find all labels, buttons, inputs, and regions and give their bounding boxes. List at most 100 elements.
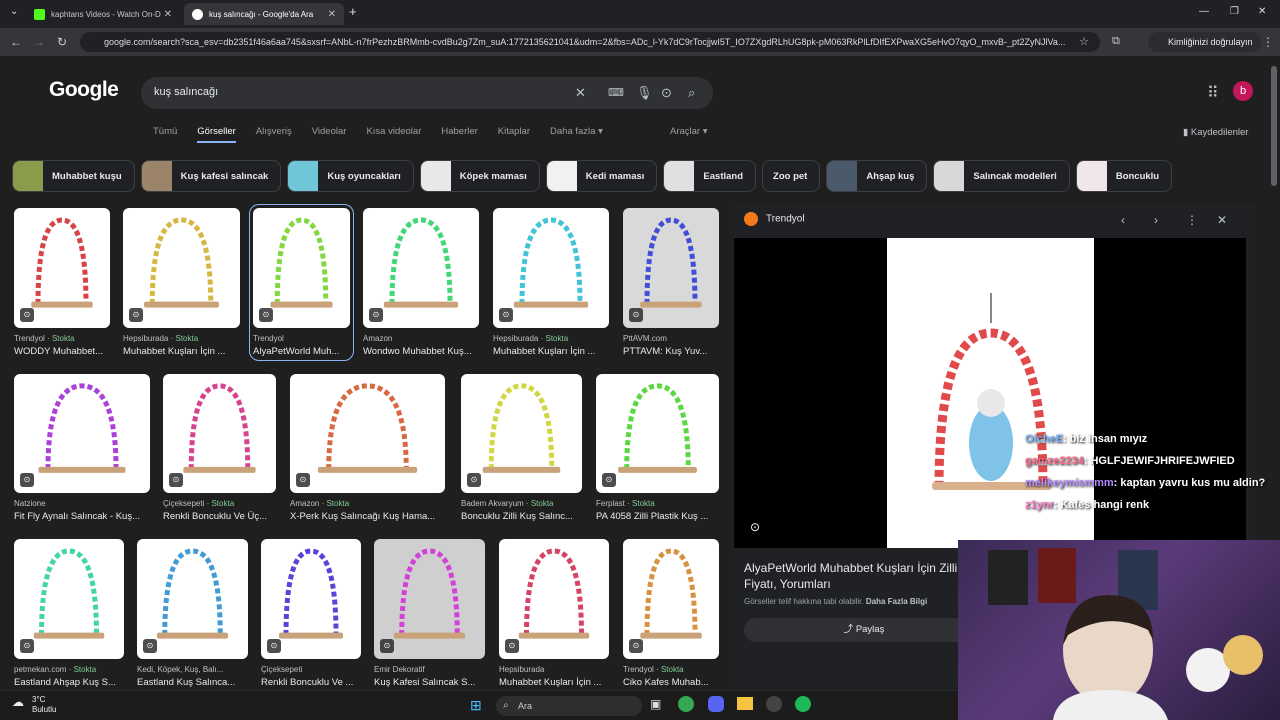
search-input[interactable]: kuş salıncağı: [154, 86, 218, 98]
image-result[interactable]: ⊙ Hepsiburada · Stokta Muhabbet Kuşları İç…: [123, 208, 240, 357]
lens-icon[interactable]: ⊙: [629, 308, 643, 322]
share-button[interactable]: ⤴ Paylaş: [744, 618, 984, 642]
result-title[interactable]: Boncuklu Zilli Kuş Salınc...: [461, 511, 582, 522]
result-title[interactable]: Renkli Boncuklu Ve Üç...: [163, 511, 276, 522]
filter-videos[interactable]: Videolar: [312, 126, 347, 143]
result-thumbnail[interactable]: ⊙: [374, 539, 485, 659]
image-result[interactable]: ⊙ Emir Dekoratif Kuş Kafesi Salıncak S...: [374, 539, 485, 688]
lens-icon[interactable]: ⊙: [380, 639, 394, 653]
related-chip[interactable]: Zoo pet: [762, 160, 821, 192]
panel-source[interactable]: Trendyol: [744, 212, 805, 226]
result-title[interactable]: Wondwo Muhabbet Kuş...: [363, 346, 479, 357]
lens-icon[interactable]: ⊙: [143, 639, 157, 653]
image-result[interactable]: ⊙ Ferplast · Stokta PA 4058 Zilli Plastik …: [596, 374, 719, 522]
result-title[interactable]: PA 4058 Zilli Plastik Kuş ...: [596, 511, 719, 522]
lens-icon[interactable]: ⊙: [602, 473, 616, 487]
close-tab-icon[interactable]: ✕: [328, 9, 336, 20]
tab-list-icon[interactable]: ⌄: [10, 6, 18, 17]
lens-icon[interactable]: ⊙: [169, 473, 183, 487]
learn-more-link[interactable]: Daha Fazla Bilgi: [866, 597, 927, 606]
result-thumbnail[interactable]: ⊙: [137, 539, 248, 659]
related-chip[interactable]: Kuş kafesi salıncak: [140, 160, 282, 192]
result-thumbnail[interactable]: ⊙: [14, 208, 110, 328]
spotify-taskbar-icon[interactable]: [795, 696, 811, 712]
back-icon[interactable]: ←: [10, 35, 22, 49]
related-chip[interactable]: Boncuklu: [1075, 160, 1173, 192]
image-result[interactable]: ⊙ Çiçeksepeti Renkli Boncuklu Ve ...: [261, 539, 361, 688]
result-title[interactable]: Fit Fly Aynalı Salıncak - Kuş...: [14, 511, 150, 522]
result-title[interactable]: Eastland Ahşap Kuş S...: [14, 677, 124, 688]
lens-icon[interactable]: ⊙: [629, 639, 643, 653]
result-title[interactable]: Muhabbet Kuşları İçin ...: [493, 346, 609, 357]
result-title[interactable]: AlyaPetWorld Muh...: [253, 346, 350, 357]
result-thumbnail[interactable]: ⊙: [493, 208, 609, 328]
tools-button[interactable]: Araçlar ▾: [670, 126, 708, 137]
chrome-taskbar-icon[interactable]: [678, 696, 694, 712]
browser-menu-icon[interactable]: ⋮: [1262, 35, 1274, 49]
result-title[interactable]: WODDY Muhabbet...: [14, 346, 110, 357]
lens-icon[interactable]: ⊙: [20, 308, 34, 322]
new-tab-icon[interactable]: +: [349, 4, 357, 19]
weather-widget[interactable]: ☁ 3°C Bulutlu: [12, 695, 56, 715]
close-tab-icon[interactable]: ✕: [164, 9, 172, 20]
tab-google[interactable]: kuş salıncağı - Google'da Ara ✕: [184, 3, 344, 25]
result-thumbnail[interactable]: ⊙: [290, 374, 445, 493]
obs-taskbar-icon[interactable]: [766, 696, 782, 712]
taskbar-search[interactable]: ⌕ Ara: [496, 696, 642, 716]
related-chip[interactable]: Ahşap kuş: [826, 160, 928, 192]
result-title[interactable]: Eastland Kuş Salınca...: [137, 677, 248, 688]
result-thumbnail[interactable]: ⊙: [363, 208, 479, 328]
google-apps-icon[interactable]: ⠿: [1207, 83, 1219, 103]
url-field[interactable]: google.com/search?sca_esv=db2351f46a6aa7…: [80, 32, 1100, 52]
forward-icon[interactable]: →: [33, 35, 45, 49]
keyboard-icon[interactable]: ⌨: [608, 86, 624, 99]
prev-image-icon[interactable]: ‹: [1121, 213, 1125, 227]
saved-button[interactable]: ▮ Kaydedilenler: [1183, 127, 1248, 138]
filter-news[interactable]: Haberler: [441, 126, 477, 143]
result-title[interactable]: Kuş Kafesi Salıncak S...: [374, 677, 485, 688]
windows-start-icon[interactable]: ⊞: [470, 697, 482, 714]
result-thumbnail[interactable]: ⊙: [163, 374, 276, 493]
related-chip[interactable]: Eastland: [663, 160, 757, 192]
google-logo[interactable]: Google: [49, 78, 119, 102]
result-title[interactable]: PTTAVM: Kuş Yuv...: [623, 346, 719, 357]
panel-title[interactable]: AlyaPetWorld Muhabbet Kuşları İçin Zilli…: [744, 560, 964, 592]
lens-icon[interactable]: ⊙: [20, 473, 34, 487]
lens-icon[interactable]: ⊙: [267, 639, 281, 653]
image-result[interactable]: ⊙ Çiçeksepeti · Stokta Renkli Boncuklu Ve …: [163, 374, 276, 522]
result-thumbnail[interactable]: ⊙: [261, 539, 361, 659]
filter-shopping[interactable]: Alışveriş: [256, 126, 292, 143]
result-title[interactable]: Muhabbet Kuşları İçin ...: [123, 346, 240, 357]
page-scrollbar[interactable]: [1271, 66, 1277, 186]
filter-short-videos[interactable]: Kısa videolar: [366, 126, 421, 143]
lens-icon[interactable]: ⊙: [296, 473, 310, 487]
more-options-icon[interactable]: ⋮: [1186, 213, 1198, 227]
lens-icon[interactable]: ⊙: [661, 85, 672, 101]
image-result[interactable]: ⊙ Amazon Wondwo Muhabbet Kuş...: [363, 208, 479, 357]
profile-chip[interactable]: Kimliğinizi doğrulayın: [1148, 32, 1261, 52]
close-panel-icon[interactable]: ✕: [1217, 213, 1227, 227]
close-window-icon[interactable]: ✕: [1258, 6, 1266, 17]
related-chip[interactable]: Kuş oyuncakları: [287, 160, 414, 192]
image-result[interactable]: ⊙ Trendyol AlyaPetWorld Muh...: [249, 204, 354, 361]
search-icon[interactable]: ⌕: [688, 85, 695, 101]
filter-images[interactable]: Görseller: [197, 126, 236, 143]
tab-kick[interactable]: kaphtans Videos - Watch On-D ✕: [26, 3, 180, 25]
file-explorer-icon[interactable]: [737, 697, 753, 710]
image-result[interactable]: ⊙ Natzione Fit Fly Aynalı Salıncak - Kuş..…: [14, 374, 150, 522]
lens-icon[interactable]: ⊙: [467, 473, 481, 487]
lens-icon[interactable]: ⊙: [369, 308, 383, 322]
related-chip[interactable]: Salıncak modelleri: [933, 160, 1070, 192]
microphone-icon[interactable]: 🎙: [636, 85, 653, 101]
image-result[interactable]: ⊙ Amazon · Stokta X-Perk Kuş Salıncağı Kuş…: [290, 374, 445, 522]
image-result[interactable]: ⊙ PttAVM.com PTTAVM: Kuş Yuv...: [623, 208, 719, 357]
image-result[interactable]: ⊙ petmekan.com · Stokta Eastland Ahşap Kuş…: [14, 539, 124, 688]
bookmark-star-icon[interactable]: ☆: [1079, 35, 1089, 48]
lens-icon[interactable]: ⊙: [20, 639, 34, 653]
image-result[interactable]: ⊙ Trendyol · Stokta Ciko Kafes Muhab...: [623, 539, 719, 688]
minimize-icon[interactable]: —: [1199, 6, 1209, 17]
next-image-icon[interactable]: ›: [1154, 213, 1158, 227]
related-chip[interactable]: Muhabbet kuşu: [12, 160, 135, 192]
extensions-icon[interactable]: ⧉: [1112, 35, 1120, 48]
image-result[interactable]: ⊙ Hepsiburada · Stokta Muhabbet Kuşları İç…: [493, 208, 609, 357]
